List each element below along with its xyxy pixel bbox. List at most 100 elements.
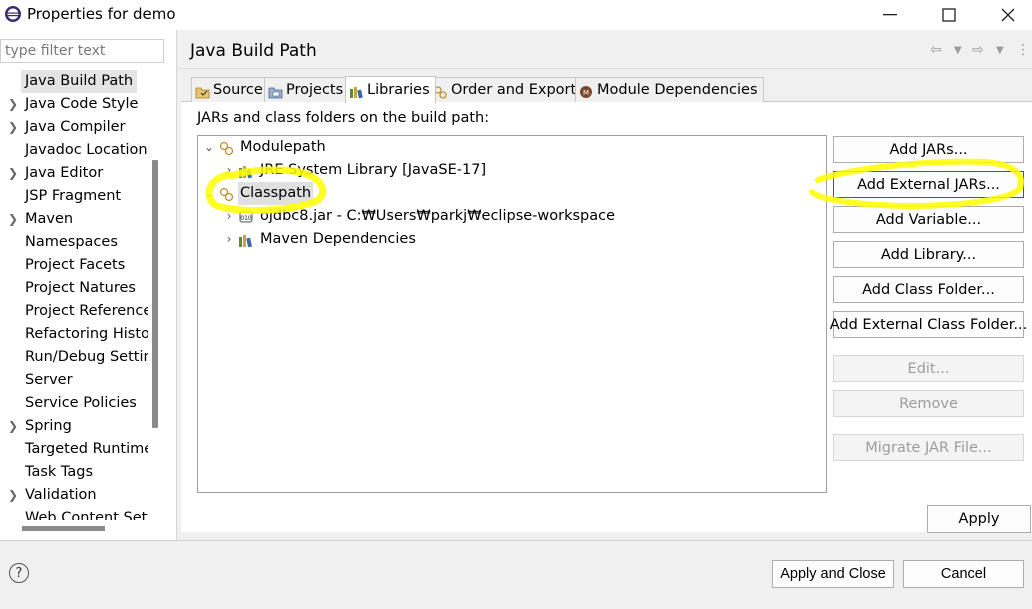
projects-icon xyxy=(268,83,283,99)
sidebar-item-project-references[interactable]: Project Reference xyxy=(0,300,148,323)
sidebar-item-label: Server xyxy=(25,372,73,388)
add-external-class-folder-button[interactable]: Add External Class Folder... xyxy=(830,311,1027,338)
chevron-right-icon[interactable]: ❯ xyxy=(8,93,18,116)
tree-node-label: ojdbc8.jar - C:₩Users₩parkj₩eclipse-work… xyxy=(260,208,616,224)
sidebar-item-java-code-style[interactable]: ❯ Java Code Style xyxy=(0,93,148,116)
sidebar-item-targeted-runtimes[interactable]: Targeted Runtime xyxy=(0,438,148,461)
sidebar-item-javadoc-location[interactable]: Javadoc Location xyxy=(0,139,148,162)
sidebar-item-web-content-settings[interactable]: Web Content Sett xyxy=(0,507,148,520)
header-separator xyxy=(178,68,1032,69)
sidebar-item-java-compiler[interactable]: ❯ Java Compiler xyxy=(0,116,148,139)
chevron-right-icon[interactable]: ❯ xyxy=(8,208,18,231)
sidebar-item-validation[interactable]: ❯ Validation xyxy=(0,484,148,507)
sidebar-item-label: JSP Fragment xyxy=(25,188,122,204)
sidebar-item-label: Project Facets xyxy=(25,257,126,273)
footer-separator xyxy=(0,540,1032,541)
chevron-right-icon[interactable]: ❯ xyxy=(8,162,18,185)
sidebar-item-service-policies[interactable]: Service Policies xyxy=(0,392,148,415)
add-class-folder-button[interactable]: Add Class Folder... xyxy=(833,276,1024,303)
tab-projects[interactable]: Projects xyxy=(264,77,350,102)
tab-label: Libraries xyxy=(367,82,430,98)
apply-button[interactable]: Apply xyxy=(927,505,1031,533)
edit-button[interactable]: Edit... xyxy=(833,355,1024,382)
tab-label: Order and Export xyxy=(451,82,577,98)
sidebar-item-java-editor[interactable]: ❯ Java Editor xyxy=(0,162,148,185)
forward-dropdown-icon[interactable]: ▼ xyxy=(996,45,1004,56)
panel-divider[interactable] xyxy=(176,30,177,540)
sidebar-item-label: Web Content Sett xyxy=(25,510,148,520)
tree-node-label: JRE System Library [JavaSE-17] xyxy=(260,162,487,178)
sidebar-item-run-debug-settings[interactable]: Run/Debug Settin xyxy=(0,346,148,369)
tab-label: Projects xyxy=(286,82,344,98)
tab-label: Source xyxy=(213,82,263,98)
tree-node-modulepath[interactable]: ⌄ Modulepath xyxy=(202,136,328,159)
classpath-icon xyxy=(218,186,234,202)
apply-and-close-button[interactable]: Apply and Close xyxy=(772,560,894,588)
svg-text:010: 010 xyxy=(240,215,252,222)
modulepath-icon xyxy=(218,140,234,156)
sidebar-item-namespaces[interactable]: Namespaces xyxy=(0,231,148,254)
sidebar-item-spring[interactable]: ❯ Spring xyxy=(0,415,148,438)
page-title: Java Build Path xyxy=(190,41,317,61)
chevron-down-icon[interactable]: ⌄ xyxy=(202,182,216,205)
chevron-right-icon[interactable]: ❯ xyxy=(8,484,18,507)
sidebar-horizontal-scrollbar[interactable] xyxy=(22,526,105,531)
add-jars-button[interactable]: Add JARs... xyxy=(833,136,1024,163)
sidebar-item-maven[interactable]: ❯ Maven xyxy=(0,208,148,231)
sidebar-item-java-build-path[interactable]: Java Build Path xyxy=(0,70,148,93)
sidebar-item-label: Spring xyxy=(25,418,72,434)
tree-node-maven-dependencies[interactable]: › Maven Dependencies xyxy=(222,228,418,251)
back-dropdown-icon[interactable]: ▼ xyxy=(954,45,962,56)
build-path-description: JARs and class folders on the build path… xyxy=(197,110,490,126)
tab-libraries[interactable]: Libraries xyxy=(345,76,436,103)
sidebar-item-label: Namespaces xyxy=(25,234,118,250)
migrate-jar-file-button[interactable]: Migrate JAR File... xyxy=(833,434,1024,461)
tab-order-and-export[interactable]: Order and Export xyxy=(429,77,583,102)
source-folder-icon xyxy=(195,83,210,99)
sidebar-item-label: Service Policies xyxy=(25,395,137,411)
sidebar-item-label: Maven xyxy=(25,211,74,227)
chevron-right-icon[interactable]: ❯ xyxy=(8,415,18,438)
close-icon[interactable] xyxy=(979,0,1032,30)
chevron-right-icon[interactable]: › xyxy=(222,228,236,251)
add-library-button[interactable]: Add Library... xyxy=(833,241,1024,268)
tree-node-label: Maven Dependencies xyxy=(260,231,416,247)
sidebar-item-label: Run/Debug Settin xyxy=(25,349,148,365)
tab-label: Module Dependencies xyxy=(597,82,758,98)
more-options-icon[interactable]: ⋮ xyxy=(1016,42,1030,58)
sidebar-item-project-facets[interactable]: Project Facets xyxy=(0,254,148,277)
add-variable-button[interactable]: Add Variable... xyxy=(833,206,1024,233)
tree-node-label: Classpath xyxy=(238,182,314,205)
sidebar-item-refactoring-history[interactable]: Refactoring Histor xyxy=(0,323,148,346)
sidebar-item-label: Java Editor xyxy=(25,165,104,181)
sidebar-item-task-tags[interactable]: Task Tags xyxy=(0,461,148,484)
tab-source[interactable]: Source xyxy=(191,77,269,102)
build-path-tree[interactable]: ⌄ Modulepath › JRE System Library [JavaS… xyxy=(197,135,827,493)
tree-node-classpath[interactable]: ⌄ Classpath xyxy=(202,182,314,205)
remove-button[interactable]: Remove xyxy=(833,390,1024,417)
chevron-down-icon[interactable]: ⌄ xyxy=(202,136,216,159)
sidebar-item-server[interactable]: Server xyxy=(0,369,148,392)
sidebar-item-label: Task Tags xyxy=(25,464,94,480)
back-icon[interactable]: ⇦ xyxy=(930,42,942,58)
minimize-icon[interactable] xyxy=(861,0,919,30)
chevron-right-icon[interactable]: › xyxy=(222,205,236,228)
forward-icon[interactable]: ⇨ xyxy=(972,42,984,58)
chevron-right-icon[interactable]: › xyxy=(222,159,236,182)
sidebar-vertical-scrollbar[interactable] xyxy=(152,160,158,428)
tree-node-jre-system-library[interactable]: › JRE System Library [JavaSE-17] xyxy=(222,159,488,182)
maximize-icon[interactable] xyxy=(920,0,978,30)
sidebar-item-jsp-fragment[interactable]: JSP Fragment xyxy=(0,185,148,208)
cancel-button[interactable]: Cancel xyxy=(903,560,1024,588)
tree-node-ojdbc8-jar[interactable]: › 010 ojdbc8.jar - C:₩Users₩parkj₩eclips… xyxy=(222,205,617,228)
tree-node-label: Modulepath xyxy=(240,139,326,155)
preference-tree: Java Build Path ❯ Java Code Style ❯ Java C… xyxy=(0,70,150,520)
library-icon xyxy=(238,232,254,248)
library-icon xyxy=(238,163,254,179)
help-icon[interactable]: ? xyxy=(9,563,29,583)
tab-module-dependencies[interactable]: M Module Dependencies xyxy=(575,77,764,102)
chevron-right-icon[interactable]: ❯ xyxy=(8,116,18,139)
filter-input[interactable] xyxy=(0,39,164,63)
sidebar-item-project-natures[interactable]: Project Natures xyxy=(0,277,148,300)
add-external-jars-button[interactable]: Add External JARs... xyxy=(833,171,1024,198)
